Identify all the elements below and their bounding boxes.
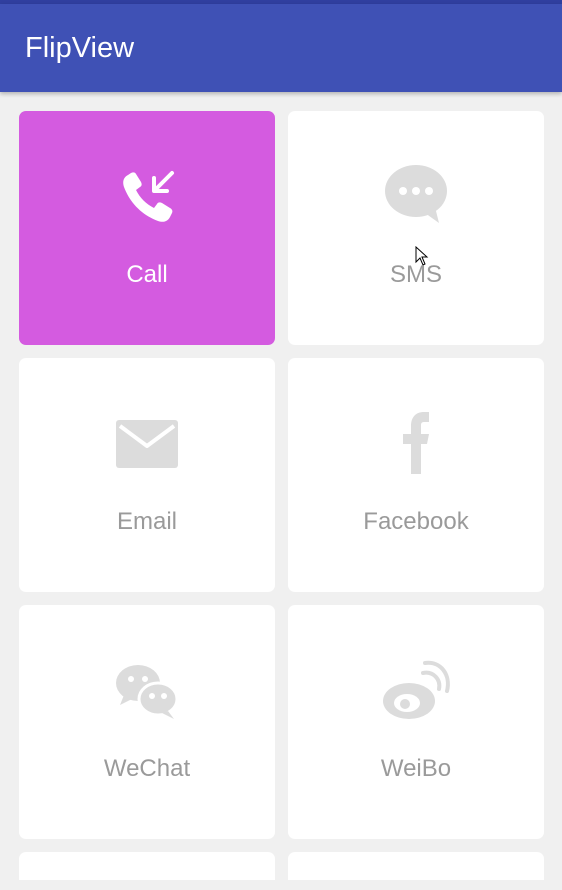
card-label: WeChat bbox=[103, 755, 191, 782]
app-title: FlipView bbox=[25, 32, 135, 64]
card-sms[interactable]: SMS bbox=[288, 111, 544, 345]
card-weibo[interactable]: WeiBo bbox=[288, 605, 544, 839]
facebook-icon bbox=[288, 408, 544, 478]
card-partial-right[interactable] bbox=[288, 852, 544, 882]
card-call[interactable]: Call bbox=[19, 111, 275, 345]
wechat-icon bbox=[19, 655, 275, 725]
phone-incoming-icon bbox=[19, 161, 275, 231]
mouse-cursor-icon bbox=[415, 246, 429, 266]
chat-bubble-icon bbox=[288, 161, 544, 231]
card-wechat[interactable]: WeChat bbox=[19, 605, 275, 839]
card-email[interactable]: Email bbox=[19, 358, 275, 592]
envelope-icon bbox=[19, 408, 275, 478]
card-label: WeiBo bbox=[380, 755, 452, 782]
card-partial-left[interactable] bbox=[19, 852, 275, 882]
card-label: Call bbox=[126, 261, 168, 288]
card-facebook[interactable]: Facebook bbox=[288, 358, 544, 592]
app-bar: FlipView bbox=[0, 4, 562, 92]
bottom-edge bbox=[0, 880, 562, 890]
card-label: Facebook bbox=[363, 508, 469, 535]
card-label: Email bbox=[116, 508, 177, 535]
weibo-icon bbox=[288, 655, 544, 725]
